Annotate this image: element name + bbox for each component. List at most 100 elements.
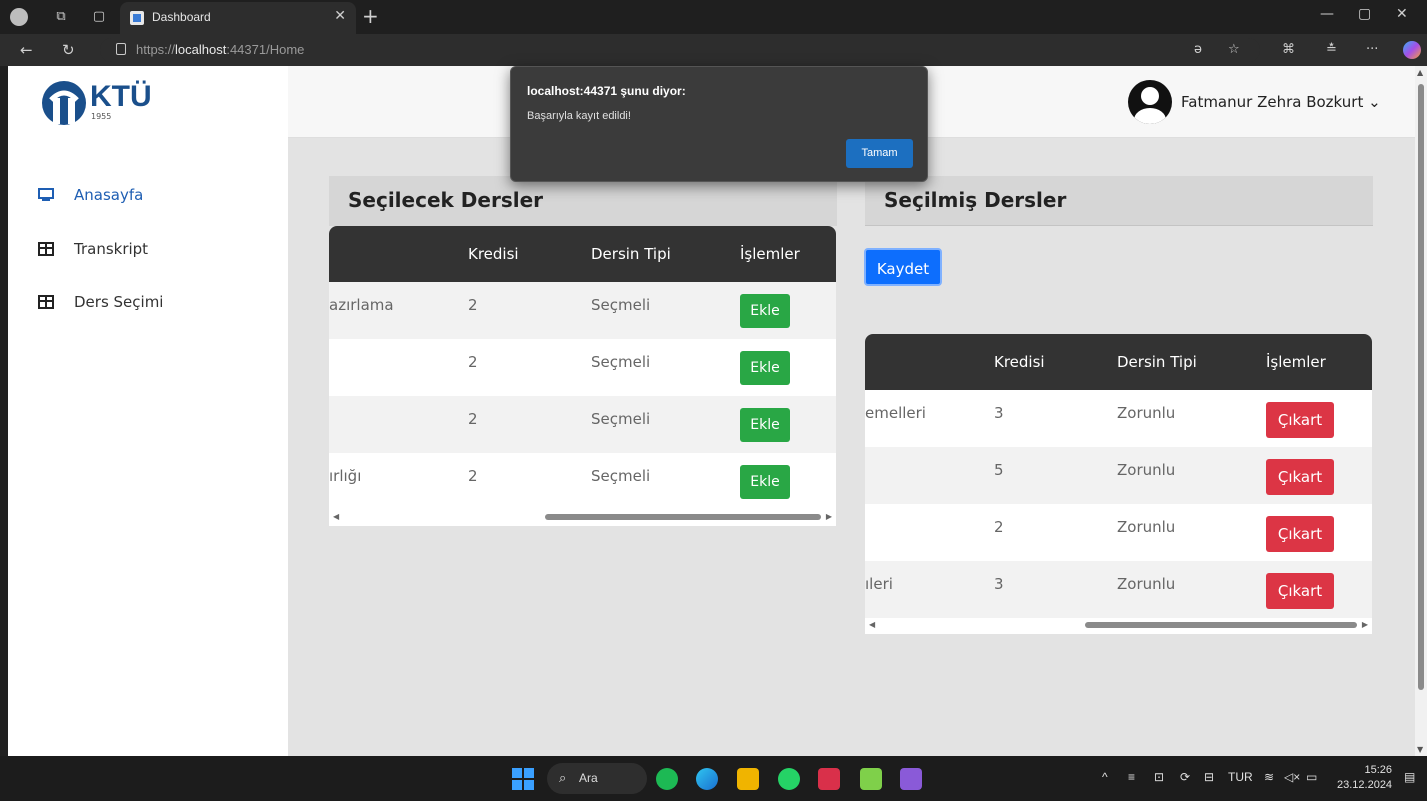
clock-date: 23.12.2024 [1337,779,1393,791]
course-type: Seçmeli [591,353,651,371]
add-course-button[interactable]: Ekle [740,294,790,328]
add-course-button[interactable]: Ekle [740,351,790,385]
show-hidden-icons[interactable]: ^ [1102,770,1108,784]
sidebar-item-label: Transkript [74,240,149,258]
scroll-right-icon[interactable]: ▶ [826,512,832,521]
sidebar-item-ders-secimi[interactable]: Ders Seçimi [38,290,163,314]
volume-icon[interactable]: ◁× [1284,770,1300,784]
back-icon[interactable]: ← [20,41,33,59]
table-row: ıleri 3 Zorunlu Çıkart [865,561,1372,618]
logo[interactable]: KTÜ 1955 [8,66,288,138]
browser-tab-bar: ⧉ ▢ Dashboard ✕ + — ▢ ✕ [0,0,1427,34]
snipping-tool-icon[interactable] [860,768,882,790]
battery-icon[interactable]: ▭ [1306,770,1317,784]
url-text: https://localhost:44371/Home [136,42,305,57]
edge-icon[interactable] [696,768,718,790]
close-window-icon[interactable]: ✕ [1396,6,1408,22]
table-row: 5 Zorunlu Çıkart [865,447,1372,504]
remove-course-button[interactable]: Çıkart [1266,573,1334,609]
table-row: 2 Seçmeli Ekle [329,339,836,396]
system-clock[interactable]: 15:26 23.12.2024 [1337,763,1392,793]
app-icon[interactable] [818,768,840,790]
scroll-thumb[interactable] [1418,84,1424,690]
close-tab-icon[interactable]: ✕ [334,8,346,24]
column-header: İşlemler [740,245,800,263]
url-field[interactable]: https://localhost:44371/Home [100,38,1260,62]
scroll-up-icon[interactable]: ▲ [1417,68,1423,77]
remove-course-button[interactable]: Çıkart [1266,459,1334,495]
course-name: ırlığı [329,467,362,485]
remove-course-button[interactable]: Çıkart [1266,516,1334,552]
course-credit: 2 [994,518,1004,536]
tab-actions-icon[interactable]: ▢ [90,8,108,26]
sidebar: KTÜ 1955 Anasayfa Transkript Ders Seçimi [8,66,288,756]
copilot-icon[interactable] [1403,41,1421,59]
restore-icon[interactable]: ▢ [1358,6,1371,22]
tab-dashboard[interactable]: Dashboard ✕ [120,2,356,34]
more-menu-icon[interactable]: ··· [1366,42,1378,57]
taskbar-search[interactable]: ⌕ Ara [547,763,647,794]
course-credit: 3 [994,404,1004,422]
course-credit: 2 [468,296,478,314]
settings-tray-icon[interactable]: ≡ [1128,770,1135,784]
tab-title: Dashboard [152,10,211,24]
scroll-left-icon[interactable]: ◀ [869,620,875,629]
course-credit: 2 [468,410,478,428]
visual-studio-icon[interactable] [900,768,922,790]
horizontal-scrollbar[interactable]: ◀ ▶ [329,510,836,524]
file-explorer-icon[interactable] [737,768,759,790]
profile-icon[interactable] [10,8,28,26]
selected-courses-table: Kredisi Dersin Tipi İşlemler emelleri 3 … [865,334,1372,634]
workspaces-icon[interactable]: ⧉ [52,8,70,26]
horizontal-scrollbar[interactable]: ◀ ▶ [865,618,1372,632]
add-course-button[interactable]: Ekle [740,465,790,499]
course-name: azırlama [329,296,394,314]
windows-start-icon[interactable] [512,768,534,790]
scroll-left-icon[interactable]: ◀ [333,512,339,521]
remove-course-button[interactable]: Çıkart [1266,402,1334,438]
address-bar: ← ↻ https://localhost:44371/Home ǝ ☆ ⌘ ≛… [0,34,1427,66]
alert-dialog: localhost:44371 şunu diyor: Başarıyla ka… [510,66,928,182]
column-header: Dersin Tipi [1117,353,1197,371]
whatsapp-icon[interactable] [778,768,800,790]
save-button[interactable]: Kaydet [864,248,942,286]
spotify-icon[interactable] [656,768,678,790]
add-course-button[interactable]: Ekle [740,408,790,442]
sync-icon[interactable]: ⟳ [1180,770,1190,784]
display-icon[interactable]: ⊟ [1204,770,1214,784]
language-indicator[interactable]: TUR [1228,770,1253,784]
new-tab-icon[interactable]: + [362,4,379,28]
wifi-icon[interactable]: ≋ [1264,770,1274,784]
column-header: İşlemler [1266,353,1326,371]
ok-button[interactable]: Tamam [846,139,913,168]
notification-icon[interactable]: ▤ [1404,770,1415,784]
course-type: Zorunlu [1117,404,1176,422]
table-row: 2 Seçmeli Ekle [329,396,836,453]
sidebar-item-transkript[interactable]: Transkript [38,237,148,261]
course-credit: 3 [994,575,1004,593]
course-type: Seçmeli [591,296,651,314]
scroll-thumb[interactable] [545,514,821,520]
scroll-thumb[interactable] [1085,622,1357,628]
extensions-icon[interactable]: ⌘ [1282,42,1295,57]
sidebar-item-anasayfa[interactable]: Anasayfa [38,183,143,207]
scroll-right-icon[interactable]: ▶ [1362,620,1368,629]
favorites-icon[interactable]: ≛ [1326,42,1337,57]
dialog-message: Başarıyla kayıt edildi! [527,110,631,122]
read-aloud-icon[interactable]: ǝ [1194,42,1202,57]
user-menu-toggle[interactable]: Fatmanur Zehra Bozkurt ⌄ [1181,93,1381,111]
favorite-star-icon[interactable]: ☆ [1228,42,1240,57]
course-credit: 2 [468,467,478,485]
refresh-icon[interactable]: ↻ [62,41,75,59]
page-vertical-scrollbar[interactable]: ▲ ▼ [1415,66,1427,756]
course-type: Zorunlu [1117,461,1176,479]
column-header: Kredisi [468,245,519,263]
available-courses-table: Kredisi Dersin Tipi İşlemler azırlama 2 … [329,226,836,526]
tray-app-icon[interactable]: ⊡ [1154,770,1164,784]
user-avatar-icon[interactable] [1128,80,1172,124]
minimize-icon[interactable]: — [1320,6,1334,22]
ktu-logo-icon [42,81,86,125]
lock-icon [116,43,126,55]
scroll-down-icon[interactable]: ▼ [1417,745,1423,754]
dialog-title: localhost:44371 şunu diyor: [527,84,686,98]
